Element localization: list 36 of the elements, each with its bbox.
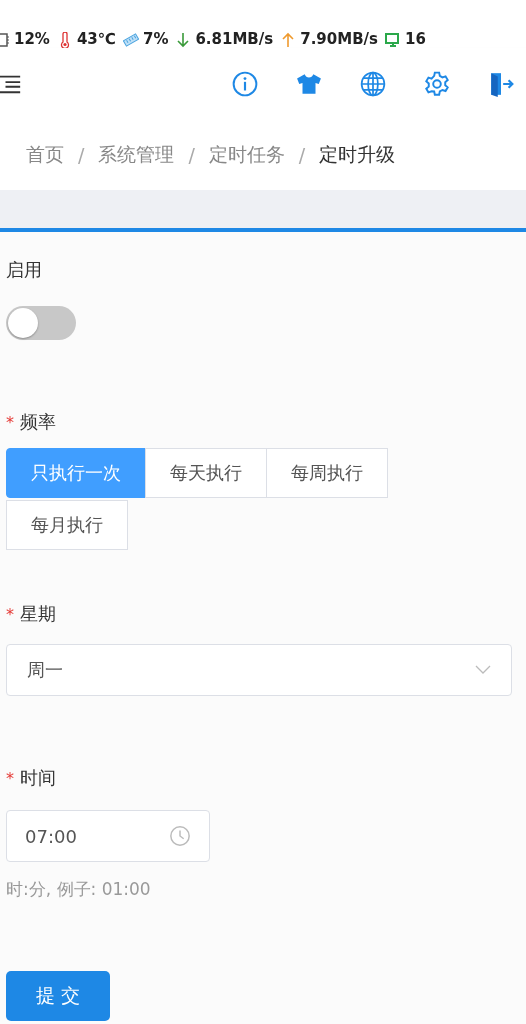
required-mark: * (6, 604, 14, 624)
shirt-icon[interactable] (296, 71, 322, 97)
breadcrumb-separator: / (298, 144, 306, 166)
required-mark: * (6, 412, 14, 432)
time-input[interactable]: 07:00 (6, 810, 210, 862)
required-mark: * (6, 768, 14, 788)
breadcrumb-link[interactable]: 定时任务 (208, 142, 285, 168)
stat-value: 43℃ (76, 30, 116, 48)
weekday-select[interactable]: 周一 (6, 644, 512, 696)
chevron-down-icon (475, 665, 491, 675)
settings-icon[interactable] (424, 71, 450, 97)
stat-value: 7% (142, 30, 169, 48)
enable-switch[interactable] (6, 306, 76, 340)
globe-icon[interactable] (360, 71, 386, 97)
down-arrow-icon (175, 32, 192, 48)
breadcrumb-separator: / (188, 144, 195, 166)
field-label: 时间 (20, 766, 56, 790)
submit-button[interactable]: 提 交 (6, 971, 110, 1021)
breadcrumb-separator: / (78, 144, 85, 166)
field-label: 频率 (20, 410, 56, 434)
frequency-option[interactable]: 每天执行 (145, 448, 267, 498)
field-label: 星期 (20, 602, 56, 626)
frequency-option[interactable]: 每周执行 (266, 448, 388, 498)
clock-icon (169, 825, 191, 847)
breadcrumb-link[interactable]: 系统管理 (98, 142, 175, 168)
logout-icon[interactable] (488, 71, 514, 97)
stat-value: 6.81MB/s (195, 30, 274, 48)
hint-text: 时:分, 例子: 01:00 (6, 878, 152, 901)
info-icon[interactable] (232, 71, 258, 97)
field-label: 启用 (6, 258, 42, 282)
stat-value: 12% (14, 30, 50, 48)
monitor-icon (385, 32, 401, 48)
stat-value: 16 (405, 30, 426, 48)
stat-value: 7.90MB/s (300, 30, 378, 48)
breadcrumb-link[interactable]: 首页 (26, 142, 64, 168)
frequency-option[interactable]: 每月执行 (6, 500, 128, 550)
